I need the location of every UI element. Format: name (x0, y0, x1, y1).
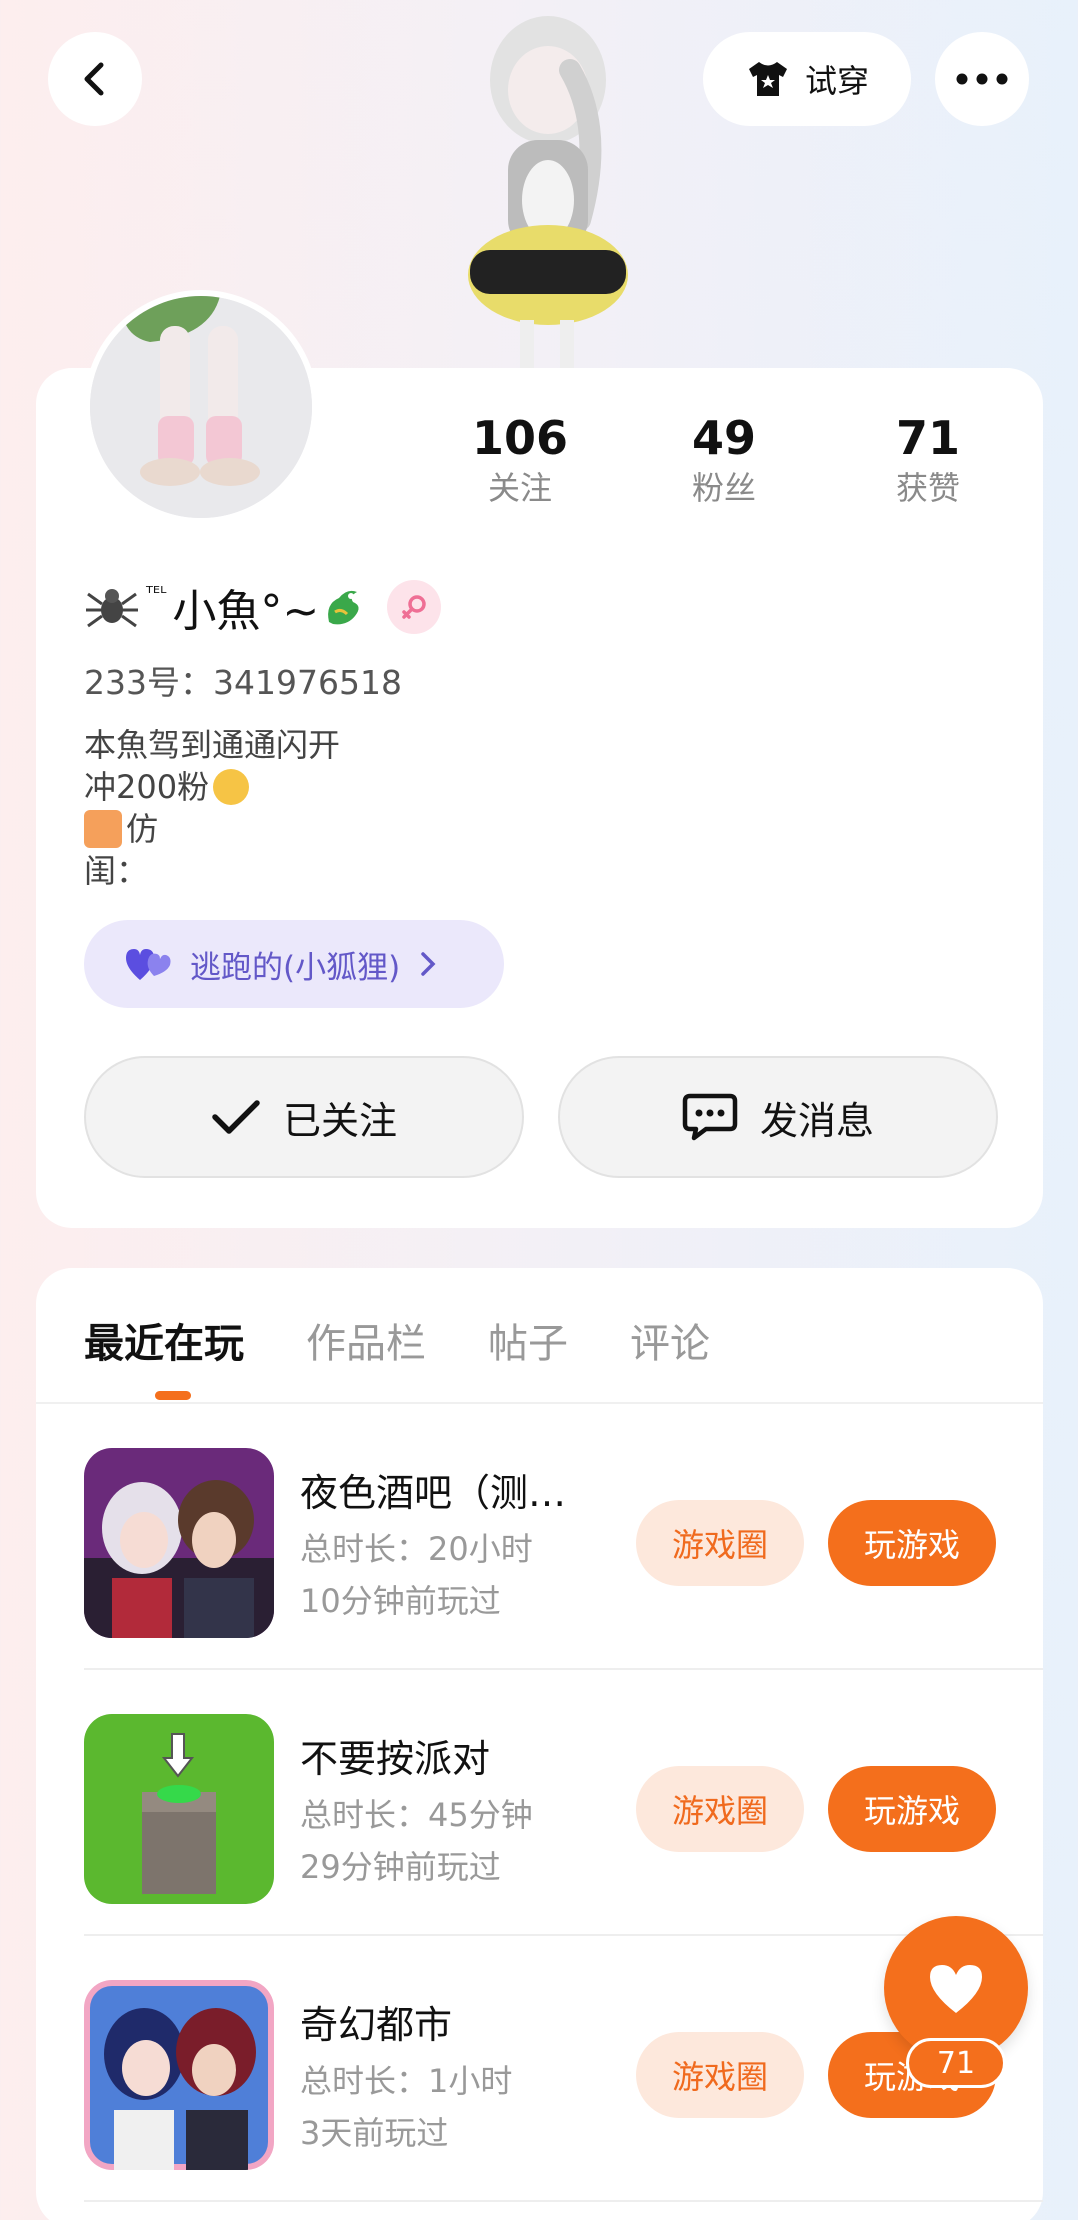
stat-followers[interactable]: 49 粉丝 (644, 410, 804, 510)
relationship-tag-label: 逃跑的(小狐狸) (190, 949, 401, 986)
game-name: 夜色酒吧（测… (300, 1471, 567, 1515)
bio-line: 本魚驾到通通闪开 (84, 726, 341, 764)
play-game-button[interactable]: 玩游戏 (828, 1500, 996, 1586)
more-button[interactable] (935, 32, 1029, 126)
stat-value: 49 (691, 411, 756, 465)
more-icon (956, 73, 1008, 85)
tab-recently-played[interactable]: 最近在玩 (84, 1311, 244, 1369)
female-gender-icon (387, 580, 442, 634)
game-circle-button[interactable]: 游戏圈 (636, 2032, 804, 2118)
relationship-tag[interactable]: 逃跑的(小狐狸) (84, 920, 504, 1008)
try-on-label: 试穿 (804, 62, 869, 100)
divider (84, 2200, 1043, 2202)
game-circle-button[interactable]: 游戏圈 (636, 1766, 804, 1852)
game-thumbnail[interactable] (84, 1448, 274, 1638)
stat-label: 关注 (487, 469, 552, 507)
bio: 本魚驾到通通闪开 冲200粉 仿 闺： (84, 724, 340, 892)
stats: 106 关注 49 粉丝 71 获赞 (440, 410, 1040, 520)
game-circle-button[interactable]: 游戏圈 (636, 1500, 804, 1586)
tab-comments[interactable]: 评论 (630, 1311, 710, 1369)
tab-works[interactable]: 作品栏 (306, 1311, 426, 1369)
no-badge-icon (84, 810, 122, 848)
nickname: 小魚°~ (172, 586, 320, 637)
nickname-prefix: ᵀᴱᴸ (146, 583, 167, 604)
stat-likes[interactable]: 71 获赞 (848, 410, 1008, 510)
try-on-button[interactable]: 试穿 (703, 32, 911, 126)
followed-button[interactable]: 已关注 (84, 1056, 524, 1178)
double-heart-icon (126, 949, 171, 980)
send-message-label: 发消息 (759, 1098, 874, 1143)
check-icon (212, 1100, 260, 1134)
chat-bubble-icon (682, 1093, 738, 1141)
tshirt-icon (748, 62, 787, 96)
chevron-right-icon (421, 952, 436, 976)
game-thumbnail[interactable] (84, 1714, 274, 1904)
nickname-row: ᵀᴱᴸ 小魚°~ (84, 575, 442, 639)
spider-icon (86, 589, 138, 628)
game-duration: 总时长：1小时 (300, 2062, 513, 2100)
bio-line: 冲200粉 (84, 768, 210, 806)
party-face-icon (213, 769, 250, 805)
stat-value: 71 (895, 411, 960, 465)
game-duration: 总时长：20小时 (300, 1530, 533, 1568)
bio-line: 闺： (84, 852, 149, 890)
dragon-icon (328, 590, 359, 625)
active-tab-indicator (155, 1391, 191, 1400)
send-message-button[interactable]: 发消息 (558, 1056, 998, 1178)
stat-value: 106 (471, 411, 569, 465)
back-button[interactable] (48, 32, 142, 126)
like-count-badge: 71 (906, 2038, 1006, 2088)
chevron-left-icon (84, 62, 104, 96)
avatar[interactable] (84, 290, 318, 524)
game-last-played: 29分钟前玩过 (300, 1848, 501, 1886)
avatar-3d-figure[interactable] (430, 10, 660, 370)
tab-posts[interactable]: 帖子 (488, 1311, 568, 1369)
game-last-played: 10分钟前玩过 (300, 1582, 501, 1620)
game-row[interactable]: 不要按派对 总时长：45分钟 29分钟前玩过 游戏圈 玩游戏 (84, 1670, 1043, 1936)
followed-label: 已关注 (282, 1098, 397, 1143)
game-row[interactable]: 夜色酒吧（测… 总时长：20小时 10分钟前玩过 游戏圈 玩游戏 (84, 1404, 1043, 1670)
game-name: 不要按派对 (300, 1737, 491, 1781)
game-thumbnail[interactable] (84, 1980, 274, 2170)
stat-following[interactable]: 106 关注 (440, 410, 600, 510)
game-name: 奇幻都市 (300, 2003, 453, 2047)
stat-label: 粉丝 (691, 469, 756, 507)
stat-label: 获赞 (895, 469, 960, 507)
bio-line: 仿 (126, 810, 159, 848)
play-game-button[interactable]: 玩游戏 (828, 1766, 996, 1852)
user-id: 233号：341976518 (84, 663, 402, 702)
tab-bar: 最近在玩 作品栏 帖子 评论 (84, 1300, 710, 1380)
game-duration: 总时长：45分钟 (300, 1796, 533, 1834)
heart-icon (930, 1965, 982, 2013)
game-last-played: 3天前玩过 (300, 2114, 449, 2152)
